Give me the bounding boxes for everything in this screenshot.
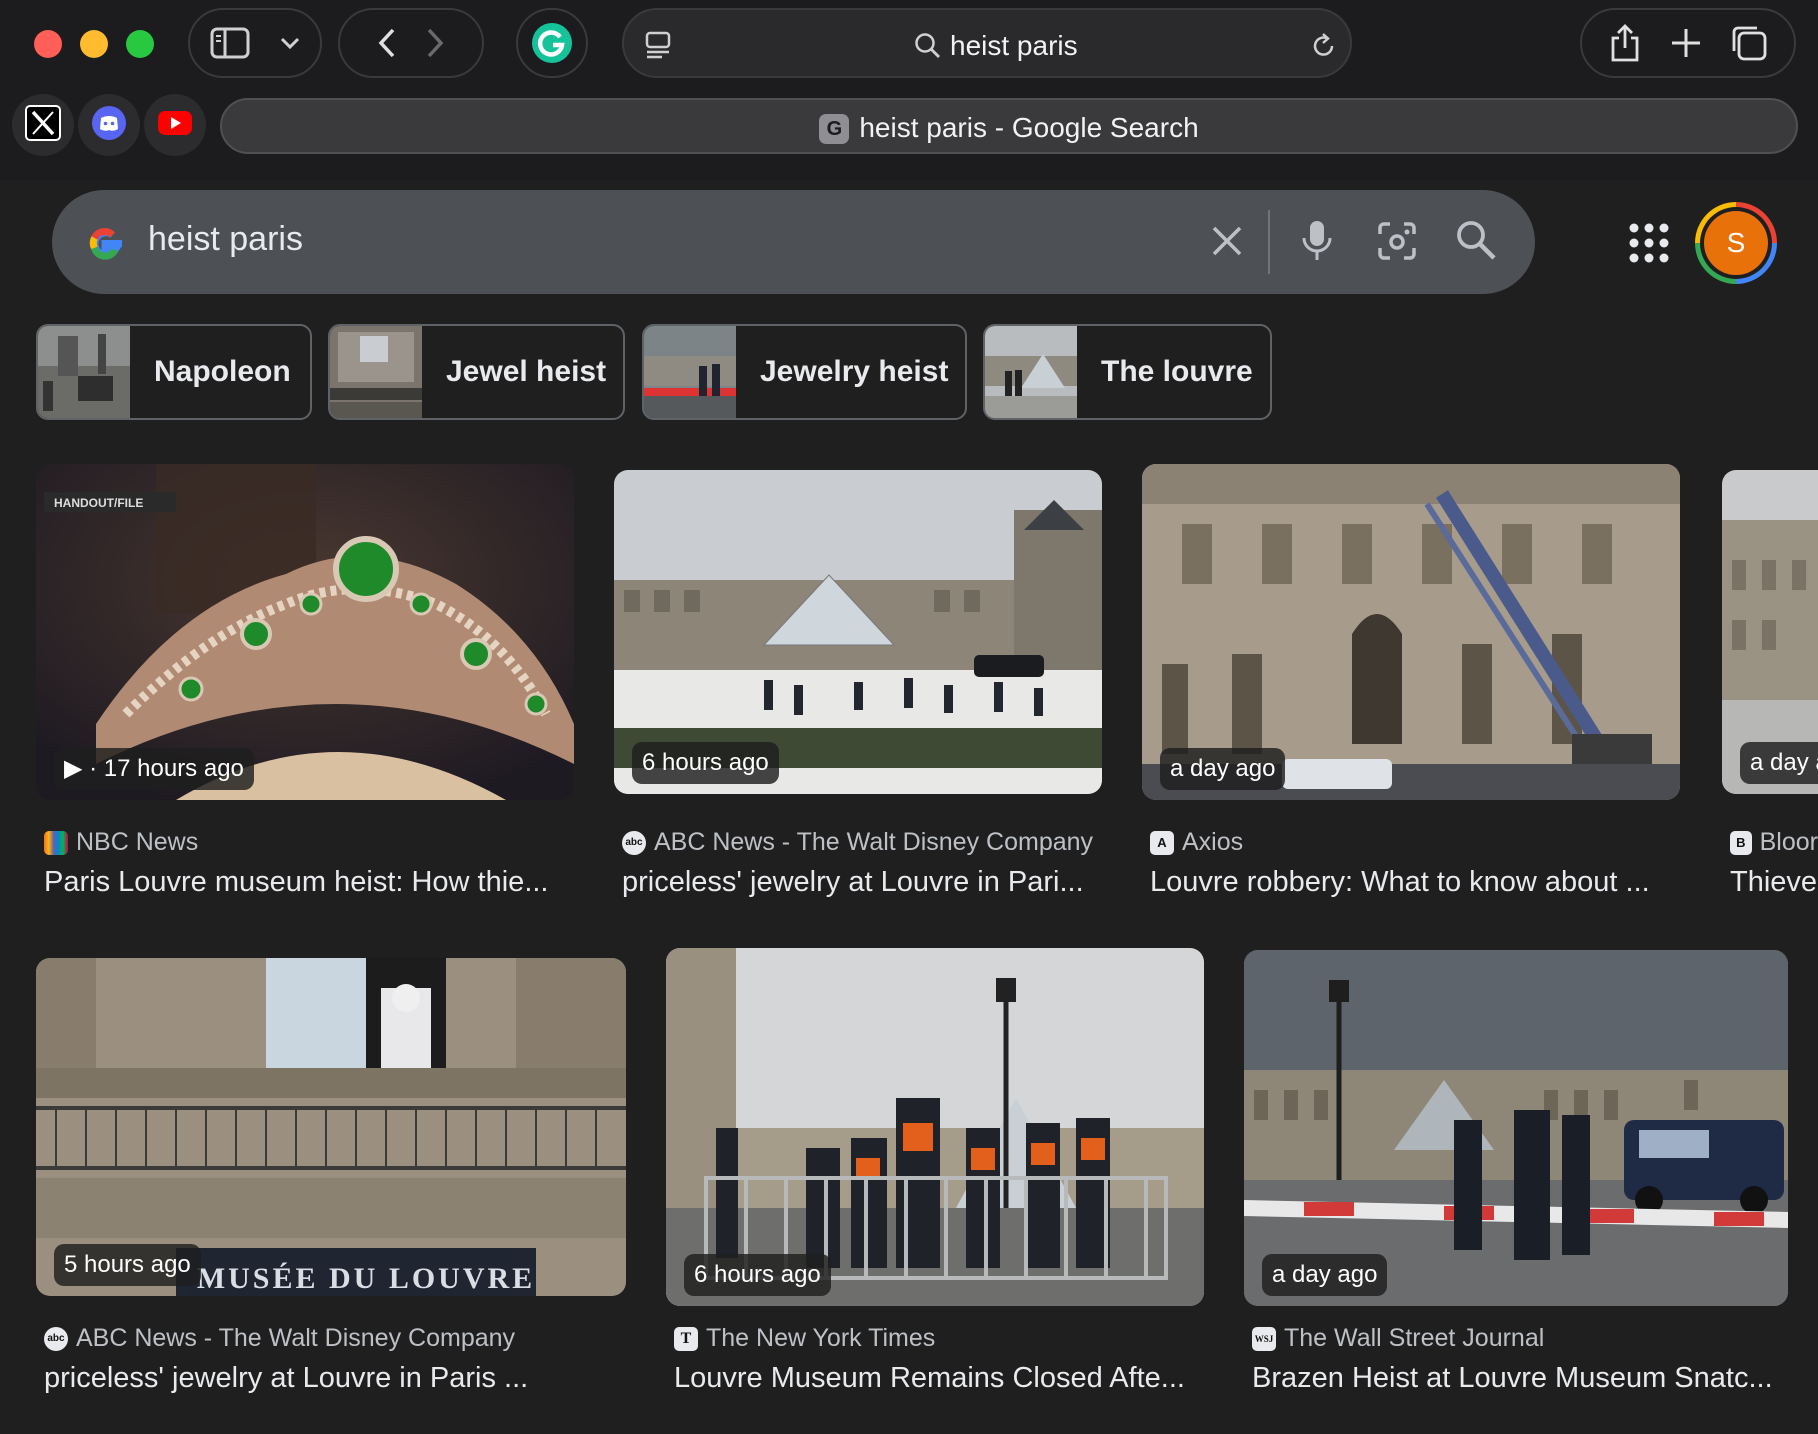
time-badge: a day ago bbox=[1262, 1254, 1388, 1296]
result-title[interactable]: priceless' jewelry at Louvre in Paris ..… bbox=[44, 1362, 626, 1395]
result-source[interactable]: A Axios bbox=[1150, 828, 1243, 857]
result-title[interactable]: priceless' jewelry at Louvre in Pari... bbox=[622, 866, 1102, 899]
result-thumbnail[interactable]: MUSÉE DU LOUVRE 5 hours ago bbox=[36, 958, 626, 1296]
browser-toolbar: heist paris Gheist paris - Google Search bbox=[0, 0, 1818, 180]
result-source[interactable]: WSJ The Wall Street Journal bbox=[1252, 1324, 1544, 1353]
time-badge: ▶ · 17 hours ago bbox=[54, 748, 254, 790]
tab-overview-icon[interactable] bbox=[644, 30, 674, 65]
chip-thumbnail bbox=[644, 326, 736, 418]
account-avatar[interactable]: S bbox=[1695, 202, 1777, 284]
zoom-window-button[interactable] bbox=[126, 30, 154, 58]
close-window-button[interactable] bbox=[34, 30, 62, 58]
forward-icon[interactable] bbox=[426, 28, 444, 58]
minimize-window-button[interactable] bbox=[80, 30, 108, 58]
tab-title: heist paris - Google Search bbox=[859, 112, 1199, 143]
chip-thumbnail bbox=[38, 326, 130, 418]
abc-news-icon: abc bbox=[622, 830, 646, 855]
google-favicon-icon: G bbox=[819, 114, 850, 144]
lens-camera-icon[interactable] bbox=[1374, 218, 1420, 269]
result-source[interactable]: NBC News bbox=[44, 828, 198, 857]
result-source[interactable]: T The New York Times bbox=[674, 1324, 935, 1353]
time-badge: a day ago bbox=[1160, 748, 1286, 790]
youtube-icon bbox=[157, 109, 193, 142]
result-source[interactable]: abc ABC News - The Walt Disney Company bbox=[622, 828, 1093, 857]
sidebar-toggle-group bbox=[188, 8, 322, 78]
chip-thumbnail bbox=[330, 326, 422, 418]
search-divider bbox=[1268, 210, 1270, 274]
nav-buttons bbox=[338, 8, 484, 78]
search-query-input[interactable]: heist paris bbox=[148, 220, 303, 259]
google-search-box[interactable]: heist paris bbox=[52, 190, 1535, 294]
bloomberg-icon: B bbox=[1730, 830, 1752, 855]
pinned-tab-discord[interactable] bbox=[78, 94, 140, 156]
source-name: Axios bbox=[1182, 828, 1244, 856]
museum-sign-text: MUSÉE DU LOUVRE bbox=[197, 1262, 535, 1295]
pinned-tab-x[interactable] bbox=[12, 94, 74, 156]
source-name: Bloor bbox=[1759, 828, 1818, 856]
time-badge: a day a bbox=[1740, 742, 1818, 784]
axios-icon: A bbox=[1150, 830, 1174, 855]
chip-the-louvre[interactable]: The louvre bbox=[983, 324, 1272, 420]
chip-label: Napoleon bbox=[154, 355, 291, 388]
result-thumbnail[interactable]: a day a bbox=[1722, 470, 1818, 794]
window-controls bbox=[34, 30, 154, 58]
chip-label: Jewelry heist bbox=[760, 355, 949, 388]
chip-label: The louvre bbox=[1101, 355, 1253, 388]
time-badge: 5 hours ago bbox=[54, 1244, 201, 1286]
result-title[interactable]: Louvre Museum Remains Closed Afte... bbox=[674, 1362, 1204, 1395]
share-icon[interactable] bbox=[1609, 24, 1641, 62]
active-tab[interactable]: Gheist paris - Google Search bbox=[220, 98, 1798, 154]
x-logo-icon bbox=[25, 104, 61, 146]
nbc-peacock-icon bbox=[44, 830, 68, 855]
chip-label: Jewel heist bbox=[446, 355, 607, 388]
result-title[interactable]: Brazen Heist at Louvre Museum Snatc... bbox=[1252, 1362, 1792, 1395]
source-name: NBC News bbox=[76, 828, 199, 856]
image-watermark: HANDOUT/FILE bbox=[54, 496, 143, 510]
time-badge: 6 hours ago bbox=[684, 1254, 831, 1296]
grammarly-icon bbox=[531, 22, 573, 64]
new-tab-icon[interactable] bbox=[1671, 28, 1701, 58]
grammarly-extension[interactable] bbox=[516, 8, 588, 78]
result-title[interactable]: Louvre robbery: What to know about ... bbox=[1150, 866, 1680, 899]
result-title[interactable]: Thieve bbox=[1730, 866, 1818, 899]
toolbar-actions bbox=[1580, 8, 1796, 78]
chip-thumbnail bbox=[985, 326, 1077, 418]
search-submit-icon[interactable] bbox=[1454, 218, 1498, 267]
result-title[interactable]: Paris Louvre museum heist: How thie... bbox=[44, 866, 574, 899]
chip-jewel-heist[interactable]: Jewel heist bbox=[328, 324, 625, 420]
result-thumbnail[interactable]: 6 hours ago bbox=[666, 948, 1204, 1306]
avatar-letter: S bbox=[1704, 211, 1768, 275]
result-source[interactable]: abc ABC News - The Walt Disney Company bbox=[44, 1324, 515, 1353]
sidebar-icon[interactable] bbox=[210, 27, 250, 59]
source-name: ABC News - The Walt Disney Company bbox=[654, 828, 1094, 856]
source-name: The Wall Street Journal bbox=[1284, 1324, 1545, 1352]
chip-jewelry-heist[interactable]: Jewelry heist bbox=[642, 324, 967, 420]
address-text: heist paris bbox=[950, 30, 1078, 61]
result-thumbnail[interactable]: a day ago bbox=[1244, 950, 1788, 1306]
result-thumbnail[interactable]: a day ago bbox=[1142, 464, 1680, 800]
tab-overview-button-icon[interactable] bbox=[1731, 25, 1767, 61]
chevron-down-icon[interactable] bbox=[280, 36, 300, 50]
address-bar[interactable]: heist paris bbox=[622, 8, 1352, 78]
chip-napoleon[interactable]: Napoleon bbox=[36, 324, 312, 420]
clear-icon[interactable] bbox=[1204, 218, 1250, 269]
result-source[interactable]: B Bloor bbox=[1730, 828, 1818, 857]
search-icon bbox=[914, 32, 942, 65]
source-name: The New York Times bbox=[706, 1324, 936, 1352]
result-thumbnail[interactable]: 6 hours ago bbox=[614, 470, 1102, 794]
source-name: ABC News - The Walt Disney Company bbox=[76, 1324, 516, 1352]
nyt-icon: T bbox=[674, 1326, 698, 1351]
reload-icon[interactable] bbox=[1310, 32, 1338, 65]
back-icon[interactable] bbox=[378, 28, 396, 58]
google-apps-icon[interactable] bbox=[1628, 222, 1670, 269]
wsj-icon: WSJ bbox=[1252, 1326, 1276, 1351]
result-thumbnail[interactable]: HANDOUT/FILE ▶ · 17 hours ago bbox=[36, 464, 574, 800]
time-badge: 6 hours ago bbox=[632, 742, 779, 784]
microphone-icon[interactable] bbox=[1297, 218, 1337, 269]
discord-icon bbox=[91, 105, 127, 146]
google-logo-icon bbox=[82, 220, 128, 271]
pinned-tab-youtube[interactable] bbox=[144, 94, 206, 156]
abc-news-icon: abc bbox=[44, 1326, 68, 1351]
